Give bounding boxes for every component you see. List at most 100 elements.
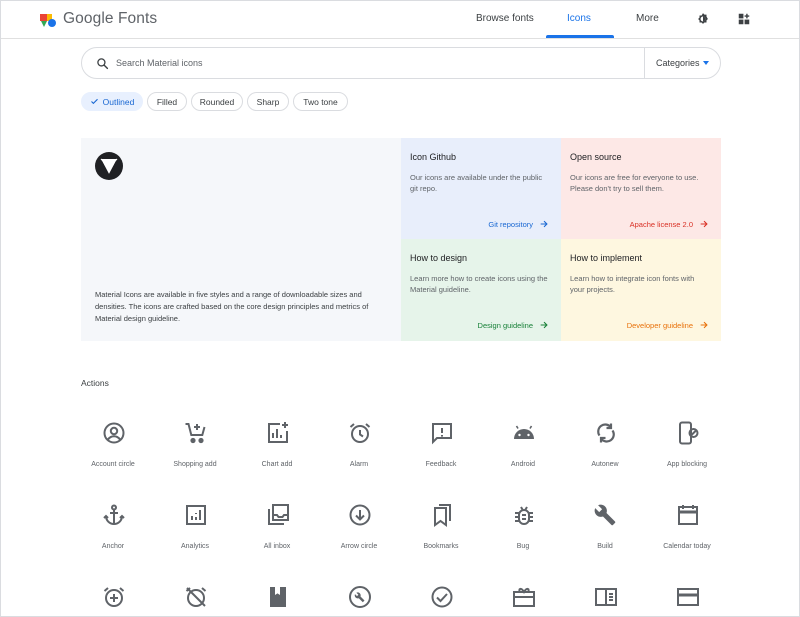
build-circle-icon (349, 586, 371, 608)
credit-card-icon (677, 588, 699, 606)
nav-icons[interactable]: Icons (567, 13, 591, 24)
icon-label: Feedback (425, 461, 457, 468)
icon-cell-anchor[interactable]: Anchor (72, 491, 154, 561)
developer-guideline-link-label: Developer guideline (626, 320, 693, 330)
card-open-source: Open source Our icons are free for every… (561, 138, 721, 239)
card-github-text: Our icons are available under the public… (410, 173, 543, 193)
icon-cell-app-blocking[interactable]: App blocking (646, 409, 728, 479)
icon-label: Autonew (591, 461, 619, 468)
icon-cell-arrow-circle[interactable]: Arrow circle (318, 491, 400, 561)
icon-label: Alarm (349, 461, 369, 468)
theme-toggle-icon[interactable] (696, 12, 710, 26)
icon-cell-bug[interactable]: Bug (482, 491, 564, 561)
card-icon-github: Icon Github Our icons are available unde… (401, 138, 561, 239)
nav-browse-fonts[interactable]: Browse fonts (476, 13, 534, 24)
section-title-actions: Actions (81, 378, 109, 388)
git-repository-link-label: Git repository (488, 219, 533, 229)
nav-more[interactable]: More (636, 13, 659, 24)
icon-cell-bookmarks[interactable]: Bookmarks (400, 491, 482, 561)
card-design-text: Learn more how to create icons using the… (410, 274, 548, 294)
icon-cell-feedback[interactable]: Feedback (400, 409, 482, 479)
arrow-right-icon (700, 220, 708, 228)
chip-filled[interactable]: Filled (147, 92, 187, 111)
alarm-off-icon (185, 587, 207, 607)
icon-cell-android[interactable]: Android (482, 409, 564, 479)
icon-label: Anchor (101, 543, 125, 550)
design-guideline-link[interactable]: Design guideline (478, 320, 549, 330)
shopping-add-icon (185, 423, 206, 444)
icon-label: Chart add (261, 461, 293, 468)
chip-rounded[interactable]: Rounded (191, 92, 243, 111)
card-implement-text: Learn how to integrate icon fonts with y… (570, 274, 695, 294)
icon-cell-build-circle[interactable] (318, 573, 400, 616)
material-icons-logo-icon (95, 152, 123, 180)
card-how-to-implement: How to implement Learn how to integrate … (561, 239, 721, 341)
nav-active-indicator (546, 35, 614, 38)
wrench-icon (594, 504, 616, 526)
search-input[interactable] (116, 54, 636, 72)
caret-down-icon[interactable] (703, 61, 709, 65)
icon-label: Android (510, 461, 536, 468)
arrow-right-icon (540, 321, 548, 329)
icon-label: Calendar today (663, 543, 711, 550)
anchor-icon (103, 504, 125, 526)
apache-license-link-label: Apache license 2.0 (629, 219, 693, 229)
google-fonts-logo-icon[interactable] (39, 11, 57, 29)
hero-description: Material Icons are available in five sty… (95, 290, 369, 323)
chip-outlined[interactable]: Outlined (81, 92, 143, 111)
icon-cell-check-circle[interactable] (400, 573, 482, 616)
gift-card-icon (513, 588, 535, 607)
icon-label: Shopping add (173, 461, 217, 468)
chip-sharp-label: Sharp (256, 96, 280, 107)
icon-cell-alarm-off[interactable] (154, 573, 236, 616)
icon-cell-alarm-add[interactable] (72, 573, 154, 616)
developer-guideline-link[interactable]: Developer guideline (627, 320, 709, 330)
icon-cell-card-giftcard[interactable] (482, 573, 564, 616)
icon-cell-shopping-add[interactable]: Shopping add (154, 409, 236, 479)
page-frame: Google Fonts Browse fonts Icons More Cat… (0, 0, 800, 617)
chip-rounded-label: Rounded (199, 96, 235, 107)
icon-cell-chrome-reader[interactable] (564, 573, 646, 616)
categories-dropdown[interactable]: Categories (656, 58, 700, 68)
chip-filled-label: Filled (156, 96, 178, 107)
brand-name[interactable]: Google Fonts (63, 10, 157, 28)
apache-license-link[interactable]: Apache license 2.0 (630, 219, 709, 229)
icon-label: Arrow circle (340, 543, 378, 550)
git-repository-link[interactable]: Git repository (488, 219, 549, 229)
icon-cell-build[interactable]: Build (564, 491, 646, 561)
card-how-to-design: How to design Learn more how to create i… (401, 239, 561, 341)
icon-cell-credit-card[interactable] (646, 573, 728, 616)
icon-cell-autorenew[interactable]: Autonew (564, 409, 646, 479)
arrow-right-icon (540, 220, 548, 228)
bug-icon (515, 506, 533, 525)
arrow-right-icon (700, 321, 708, 329)
search-icon[interactable] (96, 57, 109, 70)
icon-cell-calendar-today[interactable]: Calendar today (646, 491, 728, 561)
icon-cell-book[interactable] (236, 573, 318, 616)
android-icon (514, 425, 534, 439)
feedback-icon (432, 423, 452, 445)
chip-sharp[interactable]: Sharp (247, 92, 289, 111)
autorenew-icon (597, 423, 615, 443)
apps-grid-icon[interactable] (737, 12, 751, 26)
icon-label: App blocking (666, 461, 708, 468)
icon-cell-all-inbox[interactable]: All inbox (236, 491, 318, 561)
calendar-today-icon (678, 505, 698, 525)
icon-cell-analytics[interactable]: Analytics (154, 491, 236, 561)
top-header: Google Fonts Browse fonts Icons More (1, 1, 799, 39)
check-icon (90, 98, 98, 105)
icon-label: Bug (516, 543, 530, 550)
search-bar[interactable]: Categories (81, 47, 721, 79)
icon-cell-chart-add[interactable]: Chart add (236, 409, 318, 479)
chip-two-tone[interactable]: Two tone (293, 92, 348, 111)
icon-cell-alarm[interactable]: Alarm (318, 409, 400, 479)
check-circle-icon (431, 586, 453, 608)
icon-cell-account-circle[interactable]: Account circle (72, 409, 154, 479)
chip-two-tone-label: Two tone (303, 96, 338, 107)
icon-label: Bookmarks (423, 543, 459, 550)
chip-outlined-label: Outlined (102, 96, 135, 107)
search-divider (644, 48, 645, 78)
design-guideline-link-label: Design guideline (477, 320, 533, 330)
app-blocking-icon (679, 421, 699, 445)
account-circle-icon (103, 422, 125, 444)
